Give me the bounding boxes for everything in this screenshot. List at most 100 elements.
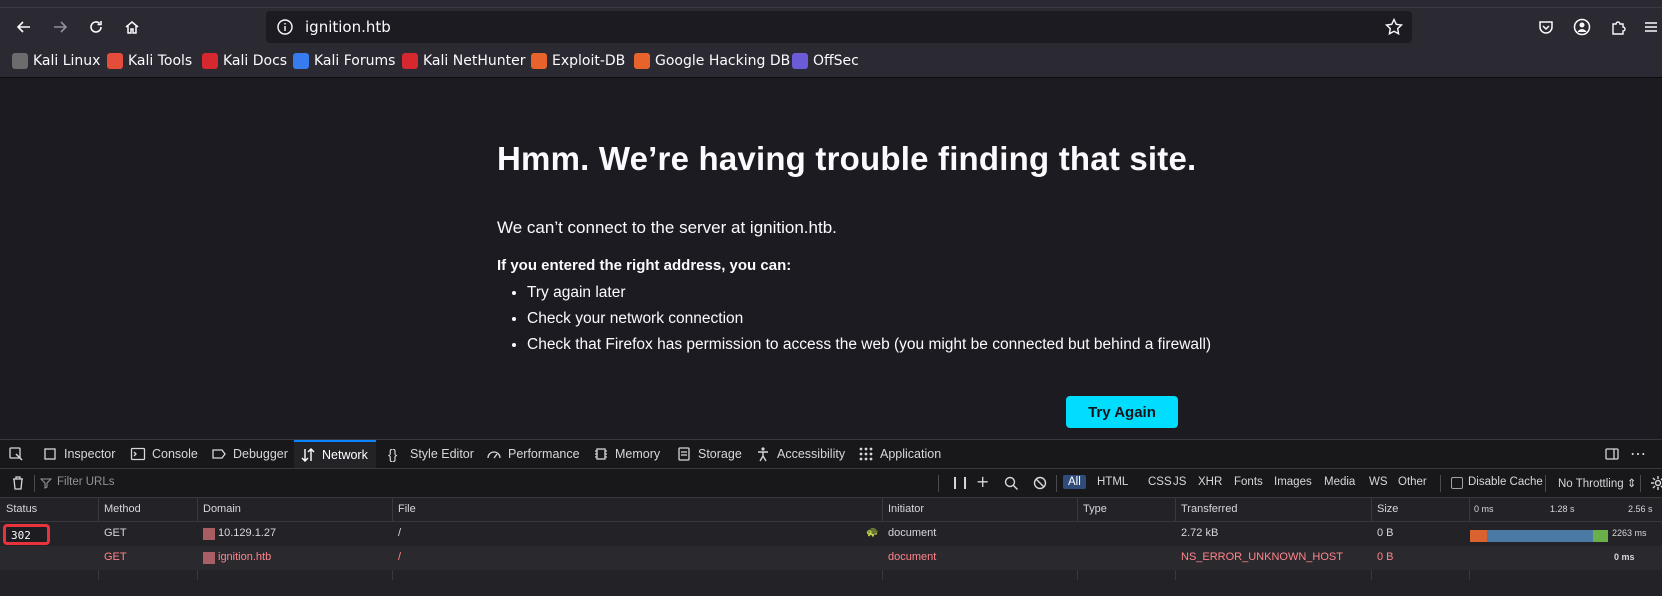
- column-file[interactable]: File: [398, 503, 416, 515]
- filter-images[interactable]: Images: [1269, 475, 1317, 489]
- request-method: GET: [104, 527, 127, 539]
- toolbar-separator: [1640, 475, 1641, 492]
- request-timing: 0 ms: [1614, 552, 1635, 562]
- menu-button[interactable]: [1636, 12, 1662, 42]
- disable-cache-label[interactable]: Disable Cache: [1468, 476, 1543, 488]
- column-type[interactable]: Type: [1083, 503, 1107, 515]
- bookmark-label: Kali Tools: [128, 53, 193, 69]
- table-row[interactable]: GET ignition.htb / document NS_ERROR_UNK…: [0, 546, 1662, 570]
- filter-fonts[interactable]: Fonts: [1229, 475, 1268, 489]
- filter-html[interactable]: HTML: [1092, 475, 1133, 489]
- dock-icon: [1605, 448, 1619, 460]
- column-size[interactable]: Size: [1377, 503, 1398, 515]
- filter-js[interactable]: JS: [1168, 475, 1191, 489]
- url-text[interactable]: ignition.htb: [305, 18, 391, 36]
- navigation-toolbar: ignition.htb: [0, 8, 1662, 46]
- more-options-icon: ⋯: [1630, 446, 1646, 463]
- suggestion-item: Check your network connection: [527, 310, 1217, 328]
- filter-ws[interactable]: WS: [1364, 475, 1393, 489]
- forward-button[interactable]: [45, 12, 75, 42]
- devtools-more-button[interactable]: ⋯: [1630, 440, 1646, 468]
- column-status[interactable]: Status: [6, 503, 37, 515]
- page-content: Hmm. We’re having trouble finding that s…: [0, 78, 1662, 439]
- request-initiator: document: [888, 551, 937, 563]
- column-domain[interactable]: Domain: [203, 503, 241, 515]
- status-highlight-box: 302: [3, 524, 50, 545]
- tab-style-editor[interactable]: {} Style Editor: [388, 440, 474, 468]
- tab-label: Console: [152, 447, 198, 461]
- tab-network[interactable]: Network: [294, 440, 376, 468]
- toolbar-separator: [1545, 475, 1546, 492]
- add-request-icon[interactable]: +: [976, 472, 992, 491]
- bookmark-kali-linux[interactable]: Kali Linux: [12, 53, 100, 69]
- debugger-icon: [212, 449, 226, 459]
- request-size: 0 B: [1377, 551, 1394, 563]
- settings-gear-icon[interactable]: [1650, 475, 1662, 491]
- account-button[interactable]: [1567, 12, 1597, 42]
- tab-memory[interactable]: Memory: [593, 440, 660, 468]
- tab-console[interactable]: Console: [130, 440, 198, 468]
- pause-icon[interactable]: ❙❙: [950, 475, 970, 491]
- bookmark-kali-docs[interactable]: Kali Docs: [202, 53, 287, 69]
- reload-button[interactable]: [81, 12, 111, 42]
- tab-label: Debugger: [233, 447, 288, 461]
- column-initiator[interactable]: Initiator: [888, 503, 924, 515]
- tab-performance[interactable]: Performance: [486, 440, 580, 468]
- tab-label: Storage: [698, 447, 742, 461]
- network-icon: [301, 448, 315, 462]
- filter-urls-input[interactable]: Filter URLs: [57, 476, 115, 488]
- waterfall-waiting-segment: [1487, 530, 1593, 542]
- tab-debugger[interactable]: Debugger: [211, 440, 288, 468]
- dock-options-button[interactable]: [1604, 440, 1620, 468]
- tab-accessibility[interactable]: Accessibility: [755, 440, 845, 468]
- bookmark-offsec[interactable]: OffSec: [792, 53, 859, 69]
- filter-media[interactable]: Media: [1319, 475, 1360, 489]
- request-timing: 2263 ms: [1612, 528, 1647, 538]
- element-picker-button[interactable]: [8, 440, 24, 468]
- waterfall-receiving-segment: [1593, 530, 1608, 542]
- tab-storage[interactable]: Storage: [676, 440, 742, 468]
- tab-application[interactable]: Application: [858, 440, 941, 468]
- column-transferred[interactable]: Transferred: [1181, 503, 1237, 515]
- bookmark-kali-forums[interactable]: Kali Forums: [293, 53, 395, 69]
- accessibility-icon: [758, 447, 768, 462]
- filter-xhr[interactable]: XHR: [1193, 475, 1227, 489]
- block-icon[interactable]: [1032, 475, 1048, 491]
- bookmark-label: Kali Docs: [223, 53, 288, 69]
- bookmark-exploit-db[interactable]: Exploit-DB: [531, 53, 625, 69]
- extensions-button[interactable]: [1603, 12, 1633, 42]
- account-icon: [1573, 18, 1591, 36]
- bookmark-label: OffSec: [813, 53, 859, 69]
- tab-inspector[interactable]: Inspector: [42, 440, 115, 468]
- filter-other[interactable]: Other: [1393, 475, 1432, 489]
- trash-icon[interactable]: [10, 475, 26, 491]
- back-button[interactable]: [9, 12, 39, 42]
- disable-cache-checkbox[interactable]: [1451, 477, 1463, 489]
- tab-strip: [0, 0, 1662, 8]
- try-again-button[interactable]: Try Again: [1066, 396, 1178, 428]
- home-button[interactable]: [117, 12, 147, 42]
- status-code: 302: [11, 529, 31, 542]
- table-row[interactable]: 302 GET 10.129.1.27 / 🐢 document 2.72 kB…: [0, 522, 1662, 546]
- bookmark-google-hacking-db[interactable]: Google Hacking DB: [634, 53, 790, 69]
- offsec-icon: [792, 53, 808, 69]
- filter-all[interactable]: All: [1063, 475, 1086, 489]
- error-subheading: If you entered the right address, you ca…: [497, 257, 792, 274]
- bookmark-kali-nethunter[interactable]: Kali NetHunter: [402, 53, 525, 69]
- devtools-tab-bar: Inspector Console Debugger Network {} St…: [0, 440, 1662, 469]
- bookmark-kali-tools[interactable]: Kali Tools: [107, 53, 192, 69]
- throttle-turtle-icon: 🐢: [866, 527, 879, 538]
- column-method[interactable]: Method: [104, 503, 141, 515]
- throttling-select[interactable]: No Throttling ⇕: [1558, 476, 1636, 490]
- search-icon[interactable]: [1003, 475, 1019, 491]
- pocket-button[interactable]: [1531, 12, 1561, 42]
- bookmark-label: Exploit-DB: [552, 53, 626, 69]
- request-domain: ignition.htb: [218, 551, 272, 563]
- tab-label: Network: [322, 448, 368, 462]
- network-toolbar: Filter URLs ❙❙ + All HTML CSS JS XHR Fon…: [0, 469, 1662, 498]
- back-arrow-icon: [16, 21, 30, 33]
- kali-forums-icon: [293, 53, 309, 69]
- site-info-icon[interactable]: [276, 18, 294, 36]
- bookmark-star-icon[interactable]: [1384, 17, 1404, 37]
- url-bar[interactable]: ignition.htb: [266, 11, 1412, 43]
